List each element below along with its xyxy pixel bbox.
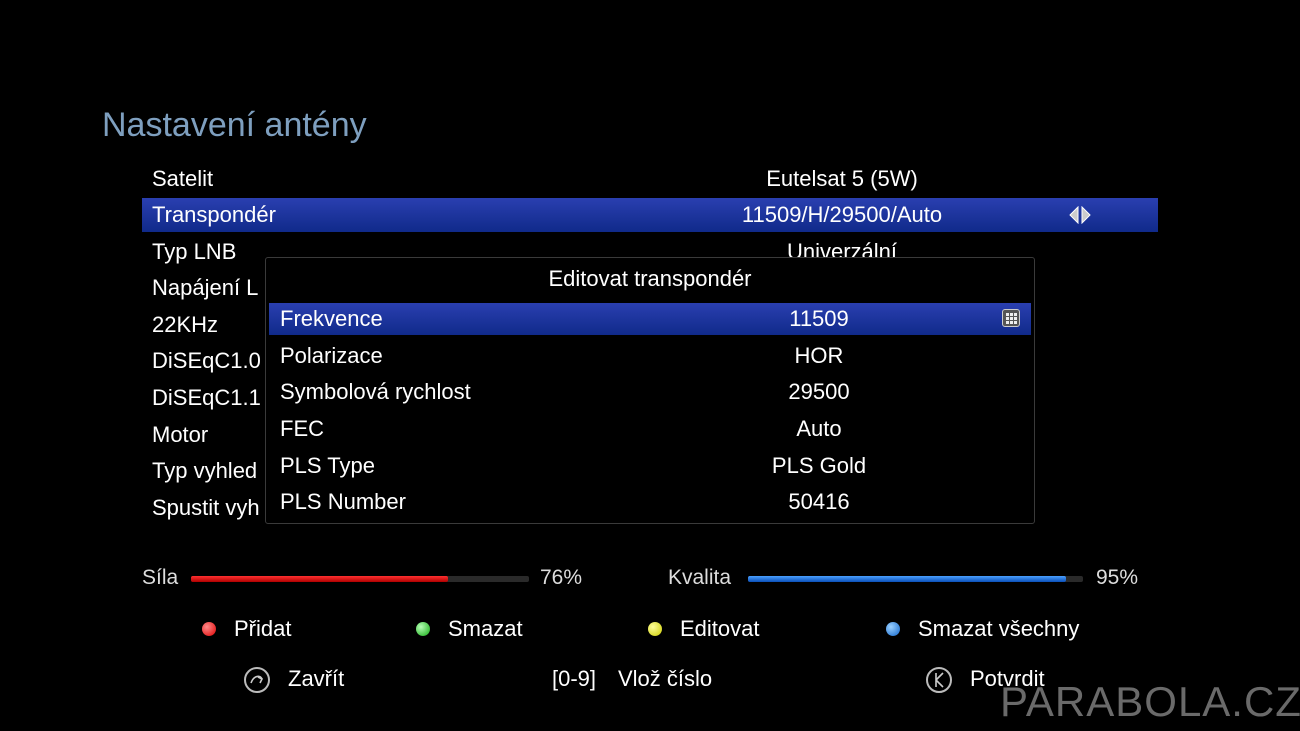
- dialog-row-symbol-rate[interactable]: Symbolová rychlost 29500: [269, 376, 1031, 408]
- menu-value: Eutelsat 5 (5W): [766, 166, 918, 191]
- red-dot-icon: [202, 622, 216, 636]
- menu-label: Spustit vyh: [152, 495, 260, 520]
- menu-label: Typ vyhled: [152, 458, 258, 483]
- menu-label: Typ LNB: [152, 239, 237, 264]
- edit-transponder-dialog: Editovat transpondér Frekvence 11509 Pol…: [265, 257, 1035, 524]
- strength-value: 76%: [540, 566, 583, 589]
- menu-row-satelit[interactable]: Satelit Eutelsat 5 (5W): [142, 162, 1158, 196]
- menu-label: Satelit: [152, 166, 214, 191]
- menu-label: DiSEqC1.1: [152, 385, 261, 410]
- menu-label: 22KHz: [152, 312, 219, 337]
- quality-label: Kvalita: [668, 566, 732, 589]
- left-right-arrows-icon[interactable]: [1068, 206, 1092, 224]
- page-title: Nastavení antény: [102, 106, 367, 144]
- dialog-value: Auto: [796, 416, 842, 441]
- strength-label: Síla: [142, 566, 179, 589]
- legend-red-add[interactable]: Přidat: [202, 616, 291, 642]
- strength-bar-fill: [191, 576, 448, 582]
- watermark-text: PARABOLA.CZ: [1000, 678, 1300, 725]
- dialog-row-polarization[interactable]: Polarizace HOR: [269, 340, 1031, 372]
- numkeys-text: Vlož číslo: [618, 666, 713, 691]
- menu-label: Motor: [152, 422, 209, 447]
- legend-label: Editovat: [680, 616, 760, 641]
- dialog-row-pls-type[interactable]: PLS Type PLS Gold: [269, 450, 1031, 482]
- dialog-title: Editovat transpondér: [548, 266, 752, 291]
- menu-label: DiSEqC1.0: [152, 348, 261, 373]
- dialog-value: 11509: [789, 306, 849, 331]
- legend-blue-delete-all[interactable]: Smazat všechny: [886, 616, 1079, 642]
- dialog-label: PLS Number: [280, 489, 406, 514]
- strength-bar: [191, 576, 529, 582]
- dialog-label: Polarizace: [280, 343, 383, 368]
- green-dot-icon: [416, 622, 430, 636]
- menu-label: Transpondér: [152, 202, 276, 227]
- legend-yellow-edit[interactable]: Editovat: [648, 616, 760, 642]
- dialog-value: HOR: [794, 343, 844, 368]
- quality-bar: [748, 576, 1083, 582]
- legend-green-delete[interactable]: Smazat: [416, 616, 523, 642]
- quality-bar-fill: [748, 576, 1067, 582]
- legend-label: Přidat: [234, 616, 292, 641]
- dialog-label: Frekvence: [280, 306, 383, 331]
- dialog-value: 50416: [788, 489, 850, 514]
- menu-value: 11509/H/29500/Auto: [741, 202, 943, 227]
- dialog-value: PLS Gold: [771, 453, 867, 478]
- menu-label: Napájení L: [152, 275, 259, 300]
- legend-label: Smazat: [448, 616, 523, 641]
- dialog-row-fec[interactable]: FEC Auto: [269, 413, 1031, 445]
- dialog-label: FEC: [280, 416, 324, 441]
- numkeys-label: [0-9]: [552, 666, 597, 691]
- close-label: Zavřít: [288, 666, 345, 691]
- blue-dot-icon: [886, 622, 900, 636]
- menu-row-transponder[interactable]: Transpondér 11509/H/29500/Auto: [142, 198, 1158, 232]
- dialog-row-pls-number[interactable]: PLS Number 50416: [269, 486, 1031, 518]
- yellow-dot-icon: [648, 622, 662, 636]
- dialog-row-frequency[interactable]: Frekvence 11509: [269, 303, 1031, 335]
- ok-icon[interactable]: [926, 667, 952, 693]
- dialog-label: Symbolová rychlost: [280, 379, 471, 404]
- exit-icon[interactable]: [244, 667, 270, 693]
- dialog-label: PLS Type: [280, 453, 375, 478]
- legend-label: Smazat všechny: [918, 616, 1080, 641]
- quality-value: 95%: [1096, 566, 1139, 589]
- keypad-icon[interactable]: [1002, 309, 1020, 327]
- dialog-value: 29500: [788, 379, 850, 404]
